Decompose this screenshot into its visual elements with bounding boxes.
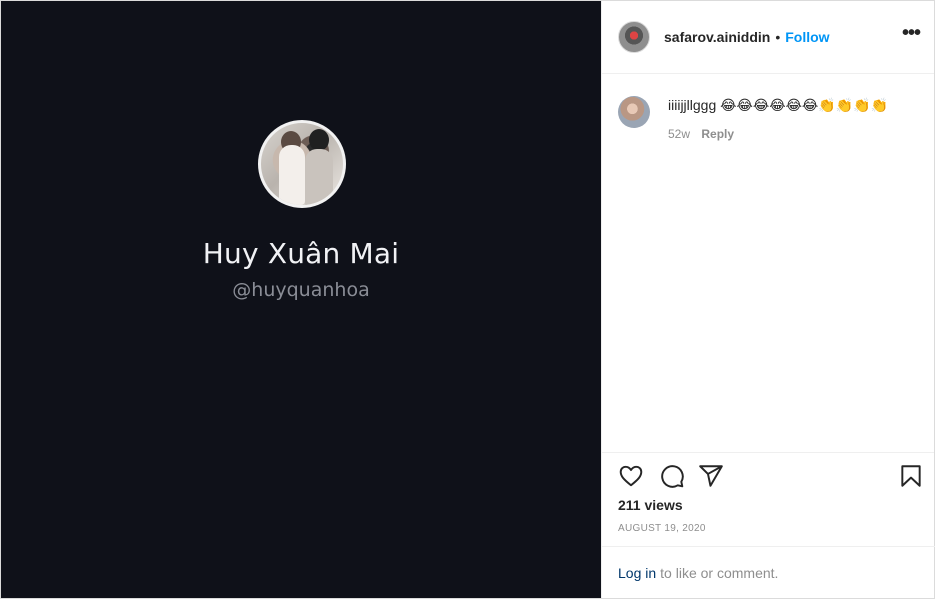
commenter-avatar[interactable] xyxy=(618,96,650,128)
post-media[interactable]: Huy Xuân Mai @huyquanhoa xyxy=(1,1,601,598)
post-sidebar: safarov.ainiddin • Follow ••• iiiijjllgg… xyxy=(601,1,935,598)
comment-body: iiiijjllggg 😂😂😂😂😂😂👏👏👏👏 52w Reply xyxy=(668,96,908,141)
comment-icon[interactable] xyxy=(659,463,685,489)
separator-dot: • xyxy=(775,29,781,45)
profile-photo xyxy=(258,120,346,208)
action-icons xyxy=(618,463,921,493)
heart-icon[interactable] xyxy=(618,463,644,489)
comment-time: 52w xyxy=(668,127,691,141)
author-username[interactable]: safarov.ainiddin xyxy=(664,29,770,45)
comment-text: iiiijjllggg 😂😂😂😂😂😂👏👏👏👏 xyxy=(668,97,889,113)
bookmark-icon[interactable] xyxy=(898,463,924,489)
post-actions: 211 views AUGUST 19, 2020 xyxy=(602,452,934,546)
view-count: 211 views xyxy=(618,497,683,513)
login-prompt-text: to like or comment. xyxy=(660,564,779,581)
media-display-name: Huy Xuân Mai xyxy=(202,237,400,270)
comments-list: iiiijjllggg 😂😂😂😂😂😂👏👏👏👏 52w Reply xyxy=(602,74,934,452)
more-options-icon[interactable]: ••• xyxy=(902,23,921,43)
author-avatar[interactable] xyxy=(618,21,650,53)
comment-item: iiiijjllggg 😂😂😂😂😂😂👏👏👏👏 52w Reply xyxy=(618,96,918,141)
login-prompt: Log in to like or comment. xyxy=(602,546,935,598)
login-link[interactable]: Log in xyxy=(618,565,656,581)
media-handle: @huyquanhoa xyxy=(232,279,370,301)
share-icon[interactable] xyxy=(698,463,724,489)
comment-meta: 52w Reply xyxy=(668,127,908,141)
reply-button[interactable]: Reply xyxy=(701,127,734,141)
post-date: AUGUST 19, 2020 xyxy=(618,523,706,534)
post-container: Huy Xuân Mai @huyquanhoa safarov.ainiddi… xyxy=(0,0,935,599)
follow-button[interactable]: Follow xyxy=(785,29,829,45)
post-header: safarov.ainiddin • Follow ••• xyxy=(602,1,934,74)
